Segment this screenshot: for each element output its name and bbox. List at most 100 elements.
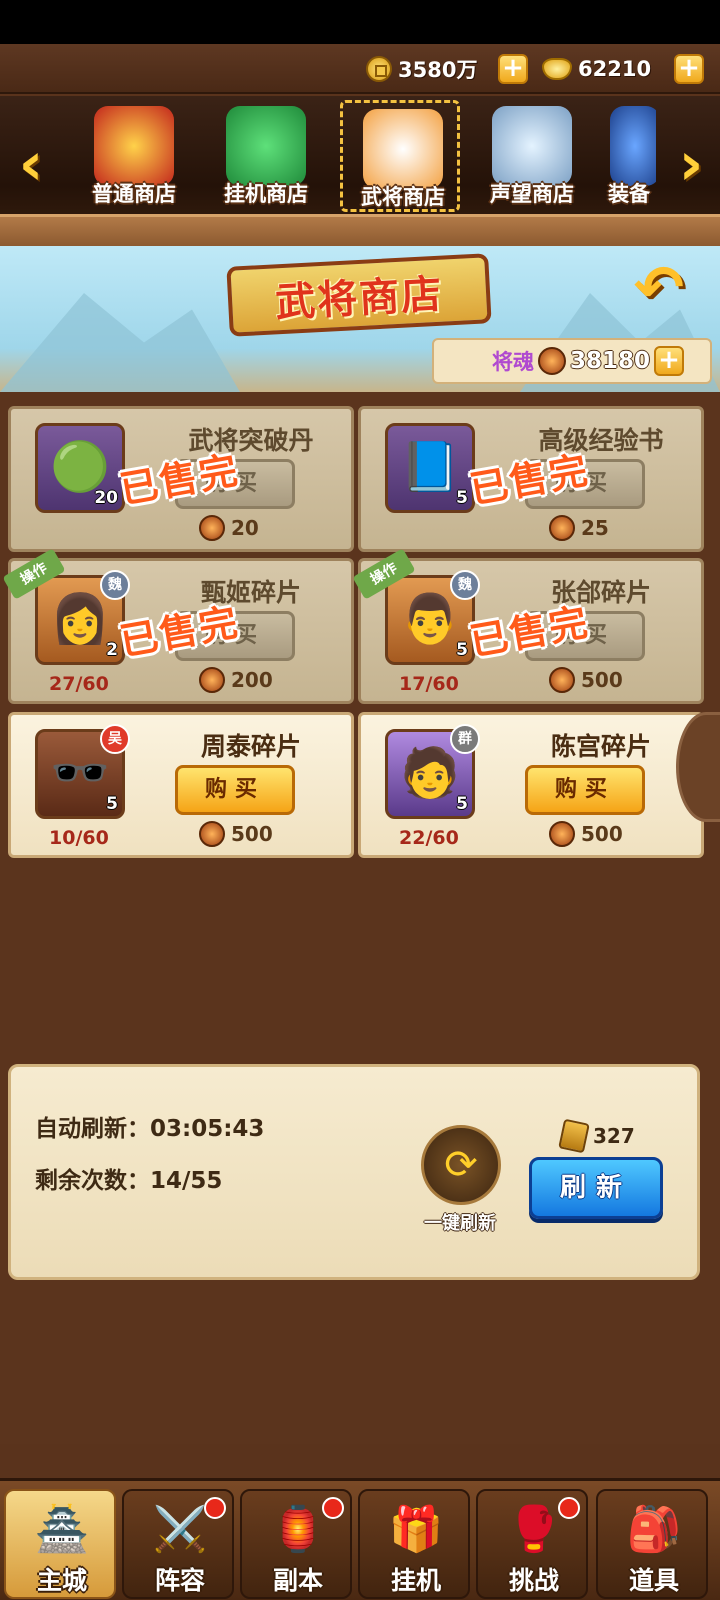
fragment-progress: 17/60	[399, 673, 459, 695]
soul-icon	[538, 347, 566, 375]
back-arrow-icon[interactable]: ↶	[624, 258, 694, 320]
tabs-left-arrow-icon[interactable]: ‹	[8, 134, 54, 198]
nav-label: 副本	[272, 1566, 323, 1595]
tab-label: 声望商店	[490, 182, 574, 206]
shop-item-card[interactable]: 🕶️ 5 吴 10/60 周泰碎片 购买 500	[8, 712, 354, 858]
nav-label: 挑战	[508, 1566, 559, 1595]
refresh-token-icon	[558, 1118, 590, 1154]
shop-item-card: 🟢 20 武将突破丹 购买 20 已售完	[8, 406, 354, 552]
item-price: 500	[549, 821, 623, 847]
shop-item-area: 🟢 20 武将突破丹 购买 20 已售完 📘 5 高级经验书 购买 25 已售完…	[0, 392, 720, 1444]
nav-label: 阵容	[154, 1566, 205, 1595]
remaining-refresh-count: 剩余次数：14/55	[35, 1168, 223, 1194]
soul-icon	[549, 515, 575, 541]
nav-label: 道具	[628, 1566, 679, 1595]
page-title-text: 武将商店	[274, 271, 445, 327]
shop-banner: 武将商店 ↶ 将魂 38180 +	[0, 246, 720, 392]
nav-label: 挂机	[390, 1566, 441, 1595]
price-value: 25	[581, 516, 609, 540]
fragment-progress: 10/60	[49, 827, 109, 849]
tab-hero-shop[interactable]: 武将商店	[340, 100, 460, 212]
tab-label: 挂机商店	[224, 182, 308, 206]
shop-item-card[interactable]: 🧑 5 群 22/60 陈宫碎片 购买 500	[358, 712, 704, 858]
item-price: 500	[199, 821, 273, 847]
buy-button[interactable]: 购买	[175, 765, 295, 815]
notification-dot	[558, 1497, 580, 1519]
tab-idle-shop[interactable]: 挂机商店	[206, 100, 326, 212]
item-quantity: 2	[106, 640, 118, 660]
auto-refresh-timer: 自动刷新：03:05:43	[35, 1116, 265, 1142]
add-coins-button[interactable]: +	[498, 54, 528, 84]
soul-icon	[199, 515, 225, 541]
notification-dot	[204, 1497, 226, 1519]
item-breakthrough-pill-icon: 🟢 20	[35, 423, 125, 513]
faction-badge: 群	[450, 724, 480, 754]
price-value: 500	[231, 822, 273, 846]
item-price: 200	[199, 667, 273, 693]
tabs-right-arrow-icon[interactable]: ›	[668, 134, 714, 198]
item-exp-book-icon: 📘 5	[385, 423, 475, 513]
add-soul-button[interactable]: +	[654, 346, 685, 376]
nav-formation[interactable]: ⚔️ 阵容	[122, 1489, 234, 1599]
shop-item-card: 📘 5 高级经验书 购买 25 已售完	[358, 406, 704, 552]
nav-challenge[interactable]: 🥊 挑战	[476, 1489, 588, 1599]
item-name: 陈宫碎片	[550, 732, 651, 761]
nav-label: 主城	[36, 1566, 87, 1595]
item-quantity: 5	[106, 794, 118, 814]
chef-hero-icon	[363, 109, 443, 189]
item-quantity: 5	[456, 640, 468, 660]
soul-label: 将魂	[492, 350, 534, 374]
city-gate-icon: 🏯	[34, 1504, 90, 1555]
hero-portrait-chengong[interactable]: 🧑 5 群	[385, 724, 480, 819]
idle-gift-icon: 🎁	[388, 1504, 444, 1555]
shop-tab-bar: ‹ 普通商店 挂机商店 武将商店 声望商店 装备 ›	[0, 96, 720, 246]
hero-soul-currency: 将魂 38180 +	[432, 338, 712, 384]
mountain-decoration	[0, 293, 240, 392]
faction-badge: 吴	[100, 724, 130, 754]
faction-badge: 魏	[100, 570, 130, 600]
ingot-currency: 62210	[542, 54, 651, 84]
bottom-nav: 🏯 主城 ⚔️ 阵容 🏮 副本 🎁 挂机 🥊 挑战 🎒 道具	[0, 1478, 720, 1600]
item-price: 20	[199, 515, 259, 541]
tab-normal-shop[interactable]: 普通商店	[74, 100, 194, 212]
soul-value: 38180	[570, 348, 651, 374]
treasure-chest-icon	[94, 106, 174, 186]
price-value: 500	[581, 822, 623, 846]
refresh-button[interactable]: 刷新	[529, 1157, 663, 1219]
ingot-value: 62210	[578, 57, 652, 81]
item-quantity: 5	[456, 794, 468, 814]
price-value: 20	[231, 516, 259, 540]
hero-portrait-zhanghe: 👨 5 魏	[385, 570, 480, 665]
price-value: 200	[231, 668, 273, 692]
soul-icon	[199, 821, 225, 847]
armor-icon	[610, 106, 656, 186]
add-ingots-button[interactable]: +	[674, 54, 704, 84]
faction-badge: 魏	[450, 570, 480, 600]
item-name: 周泰碎片	[200, 732, 301, 761]
nav-dungeon[interactable]: 🏮 副本	[240, 1489, 352, 1599]
one-key-refresh-button[interactable]: ⟳ 一键刷新	[405, 1125, 515, 1235]
nav-idle[interactable]: 🎁 挂机	[358, 1489, 470, 1599]
refresh-arrows-icon: ⟳	[421, 1125, 501, 1205]
coin-icon	[366, 56, 392, 82]
nav-items[interactable]: 🎒 道具	[596, 1489, 708, 1599]
sword-shield-icon	[492, 106, 572, 186]
tab-label: 普通商店	[92, 182, 176, 206]
items-bag-icon: 🎒	[626, 1504, 682, 1555]
hero-portrait-zhoutai[interactable]: 🕶️ 5 吴	[35, 724, 130, 819]
fragment-progress: 22/60	[399, 827, 459, 849]
coin-jade-icon	[226, 106, 306, 186]
page-title: 武将商店	[226, 253, 492, 337]
refresh-panel: 自动刷新：03:05:43 剩余次数：14/55 ⟳ 一键刷新 327 刷新	[8, 1064, 700, 1280]
shop-item-card: 👩 2 魏 操作 27/60 甄姬碎片 购买 200 已售完	[2, 548, 354, 704]
soul-icon	[199, 667, 225, 693]
refresh-cost: 327	[558, 1118, 635, 1154]
coin-value: 3580万	[398, 58, 478, 82]
buy-button[interactable]: 购买	[525, 765, 645, 815]
tab-equipment-shop[interactable]: 装备	[604, 100, 656, 212]
tab-prestige-shop[interactable]: 声望商店	[472, 100, 592, 212]
nav-main-city[interactable]: 🏯 主城	[4, 1489, 116, 1599]
refresh-cost-value: 327	[593, 1124, 635, 1148]
coin-currency: 3580万	[366, 54, 477, 84]
currency-bar: 3580万 + 62210 +	[0, 44, 720, 94]
